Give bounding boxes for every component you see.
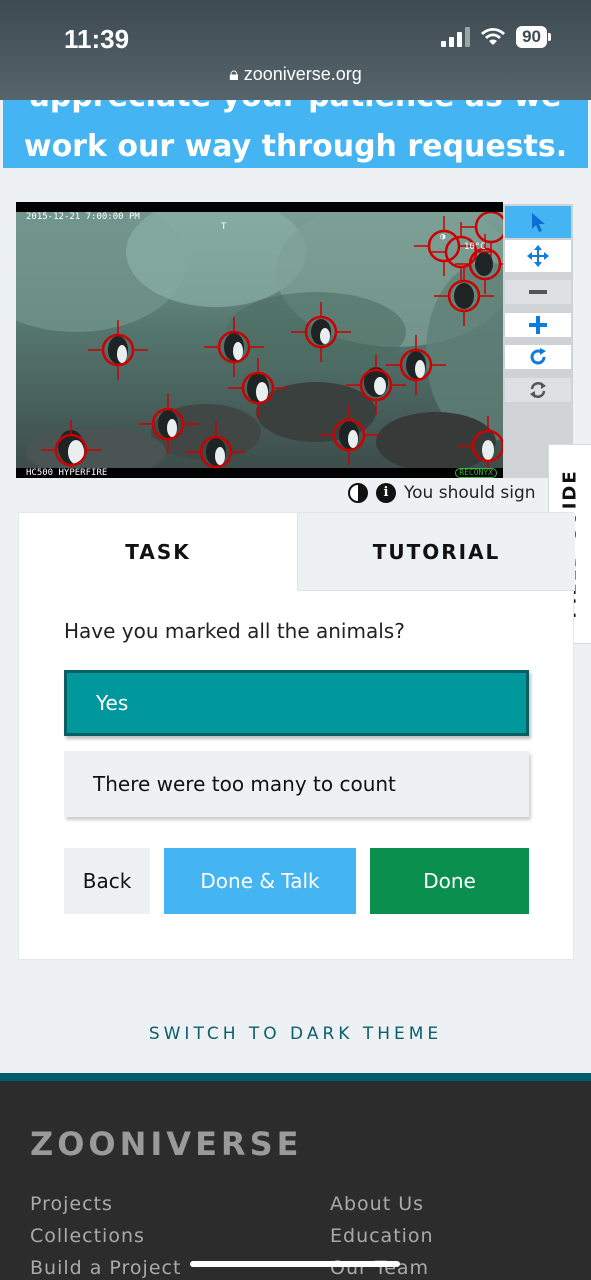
- zoom-out-icon: [529, 290, 547, 294]
- reset-button[interactable]: [505, 378, 571, 402]
- zooniverse-logo[interactable]: ZOONIVERSE: [30, 1125, 302, 1163]
- reset-icon: [530, 382, 546, 398]
- answer-too-many[interactable]: There were too many to count: [64, 751, 529, 817]
- footer-link-education[interactable]: Education: [330, 1225, 434, 1247]
- answer-yes[interactable]: Yes: [64, 670, 529, 736]
- mode-text: T: [221, 222, 227, 232]
- info-icon[interactable]: i: [376, 483, 396, 503]
- zoom-in-button[interactable]: [505, 313, 571, 337]
- battery-tip: [548, 33, 551, 41]
- subject-photo[interactable]: [16, 202, 503, 478]
- tab-task-label: TASK: [125, 540, 191, 564]
- pointer-icon: [532, 213, 545, 232]
- tab-tutorial[interactable]: TUTORIAL: [297, 513, 575, 591]
- zoom-in-icon: [529, 316, 547, 334]
- brand-logo: RECONYX: [455, 468, 497, 478]
- task-panel: TASK TUTORIAL Have you marked all the an…: [18, 512, 575, 960]
- camera-model-text: HC500 HYPERFIRE: [26, 468, 108, 478]
- wifi-icon: [481, 28, 506, 45]
- footer-link-collections[interactable]: Collections: [30, 1225, 145, 1247]
- banner-line-2: work our way through requests.: [23, 129, 568, 164]
- rotate-icon: [530, 348, 546, 365]
- switch-dark-theme-link[interactable]: SWITCH TO DARK THEME: [0, 1024, 591, 1044]
- footer-link-about-us[interactable]: About Us: [330, 1193, 424, 1215]
- rotate-button[interactable]: [505, 345, 571, 369]
- url-text: zooniverse.org: [243, 64, 362, 84]
- done-button[interactable]: Done: [370, 848, 529, 914]
- zoom-out-button[interactable]: [505, 280, 571, 304]
- tab-task[interactable]: TASK: [19, 513, 297, 591]
- camera-info-bar: 2015-12-21 7:00:00 PM T ◑ 10°C: [16, 202, 503, 252]
- done-and-talk-button[interactable]: Done & Talk: [164, 848, 356, 914]
- temperature-text: 10°C: [464, 242, 486, 252]
- move-icon: [527, 245, 549, 267]
- moon-phase-icon: ◑: [440, 232, 446, 242]
- image-toolbar: [503, 204, 573, 478]
- answer-too-many-label: There were too many to count: [93, 772, 396, 796]
- sign-in-notice: i You should sign: [348, 483, 536, 503]
- footer: ZOONIVERSE Projects Collections Build a …: [0, 1073, 591, 1280]
- battery-icon: 90: [516, 26, 547, 48]
- clock: 11:39: [64, 24, 130, 54]
- camera-model-bar: HC500 HYPERFIRE RECONYX: [16, 468, 503, 478]
- subject-image[interactable]: 2015-12-21 7:00:00 PM T ◑ 10°C HC500 HYP…: [16, 202, 503, 478]
- tab-tutorial-label: TUTORIAL: [372, 539, 501, 564]
- move-tool-button[interactable]: [505, 240, 571, 272]
- sign-in-text: You should sign: [404, 483, 536, 503]
- status-bar: 11:39 90 🔒︎ zooniverse.org: [0, 0, 591, 100]
- task-question: Have you marked all the animals?: [64, 619, 405, 643]
- lock-icon: 🔒︎: [229, 64, 239, 84]
- footer-link-projects[interactable]: Projects: [30, 1193, 113, 1215]
- timestamp-text: 2015-12-21 7:00:00 PM: [26, 212, 140, 222]
- home-indicator[interactable]: [190, 1261, 400, 1267]
- address-bar[interactable]: 🔒︎ zooniverse.org: [0, 64, 591, 85]
- footer-link-build-project[interactable]: Build a Project: [30, 1257, 181, 1279]
- signal-icon: [441, 27, 471, 47]
- answer-yes-label: Yes: [96, 691, 129, 715]
- pointer-tool-button[interactable]: [505, 206, 571, 238]
- back-button[interactable]: Back: [64, 848, 150, 914]
- contrast-icon[interactable]: [348, 483, 368, 503]
- status-icons: 90: [441, 26, 551, 48]
